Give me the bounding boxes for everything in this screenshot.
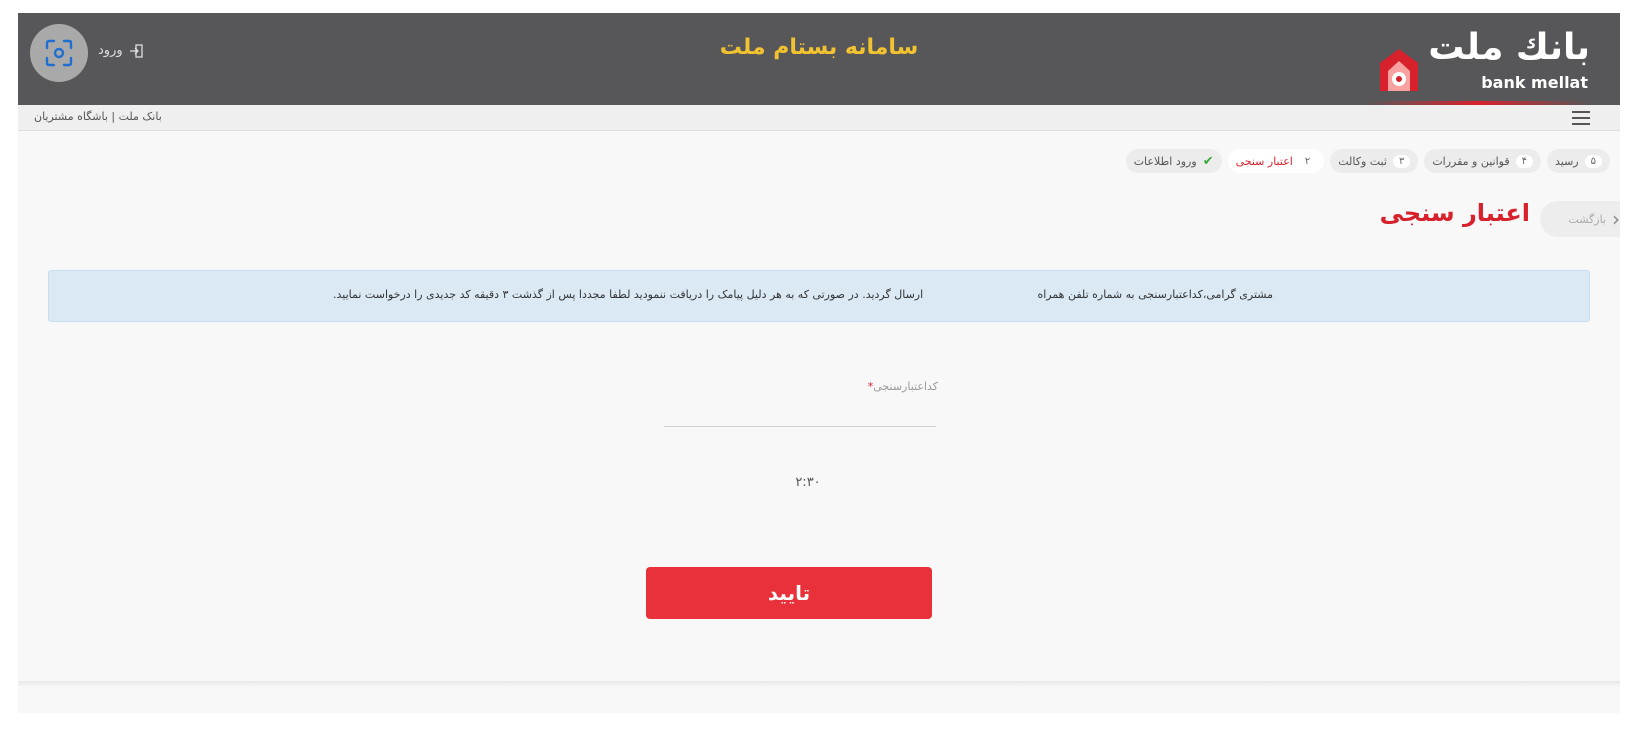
sub-header: بانک ملت | باشگاه مشتریان xyxy=(18,105,1620,131)
back-button[interactable]: ‹ بازگشت xyxy=(1540,201,1620,237)
countdown-timer: ۲:۳۰ xyxy=(795,475,821,490)
info-text-end: ارسال گردید. در صورتی که به هر دلیل پیام… xyxy=(333,288,924,301)
step-label: رسید xyxy=(1555,154,1579,168)
step-number: ۵ xyxy=(1584,154,1602,168)
header-bar: سامانه بستام ملت بانك ملت bank mellat ور… xyxy=(18,13,1620,105)
info-alert: مشتری گرامی،کداعتبارسنجی به شماره تلفن ه… xyxy=(48,270,1590,322)
code-field-label: کداعتبارسنجی* xyxy=(818,380,938,393)
bank-emblem-icon xyxy=(1380,49,1418,91)
step-number: ۳ xyxy=(1392,154,1411,168)
step-5: ۵ رسید xyxy=(1547,149,1610,173)
chevron-left-icon: ‹ xyxy=(1612,207,1620,231)
scan-button[interactable] xyxy=(30,24,88,82)
bank-logo[interactable]: بانك ملت bank mellat xyxy=(1350,27,1590,105)
step-3: ۳ ثبت وکالت xyxy=(1330,149,1419,173)
app-frame: سامانه بستام ملت بانك ملت bank mellat ور… xyxy=(18,13,1620,713)
back-label: بازگشت xyxy=(1568,212,1606,226)
breadcrumb[interactable]: بانک ملت | باشگاه مشتریان xyxy=(34,110,162,123)
page-title: اعتبار سنجی xyxy=(1379,199,1530,227)
step-2: ۲ اعتبار سنجی xyxy=(1227,149,1325,173)
info-text-start: مشتری گرامی،کداعتبارسنجی به شماره تلفن ه… xyxy=(1037,288,1273,301)
step-label: اعتبار سنجی xyxy=(1235,154,1293,168)
step-4: ۴ قوانین و مقررات xyxy=(1424,149,1541,173)
step-number: ۲ xyxy=(1298,154,1317,168)
check-icon: ✔ xyxy=(1202,153,1214,169)
login-label: ورود xyxy=(98,43,123,58)
footer-divider xyxy=(18,681,1620,687)
step-label: ثبت وکالت xyxy=(1338,154,1387,168)
verification-code-input[interactable] xyxy=(664,399,936,427)
stepper: ✔ ورود اطلاعات ۲ اعتبار سنجی ۳ ثبت وکالت… xyxy=(1125,149,1610,173)
login-icon xyxy=(129,43,143,58)
hamburger-icon[interactable] xyxy=(1572,111,1590,125)
logo-text-en: bank mellat xyxy=(1481,73,1588,92)
step-1: ✔ ورود اطلاعات xyxy=(1125,149,1222,173)
login-link[interactable]: ورود xyxy=(98,43,143,58)
logo-text-fa: بانك ملت xyxy=(1428,27,1590,68)
confirm-button[interactable]: تایید xyxy=(646,567,932,619)
scan-icon xyxy=(45,39,73,67)
code-label-text: کداعتبارسنجی xyxy=(873,380,938,393)
step-number: ۴ xyxy=(1515,154,1533,168)
step-label: ورود اطلاعات xyxy=(1133,154,1197,168)
step-label: قوانین و مقررات xyxy=(1432,154,1510,168)
